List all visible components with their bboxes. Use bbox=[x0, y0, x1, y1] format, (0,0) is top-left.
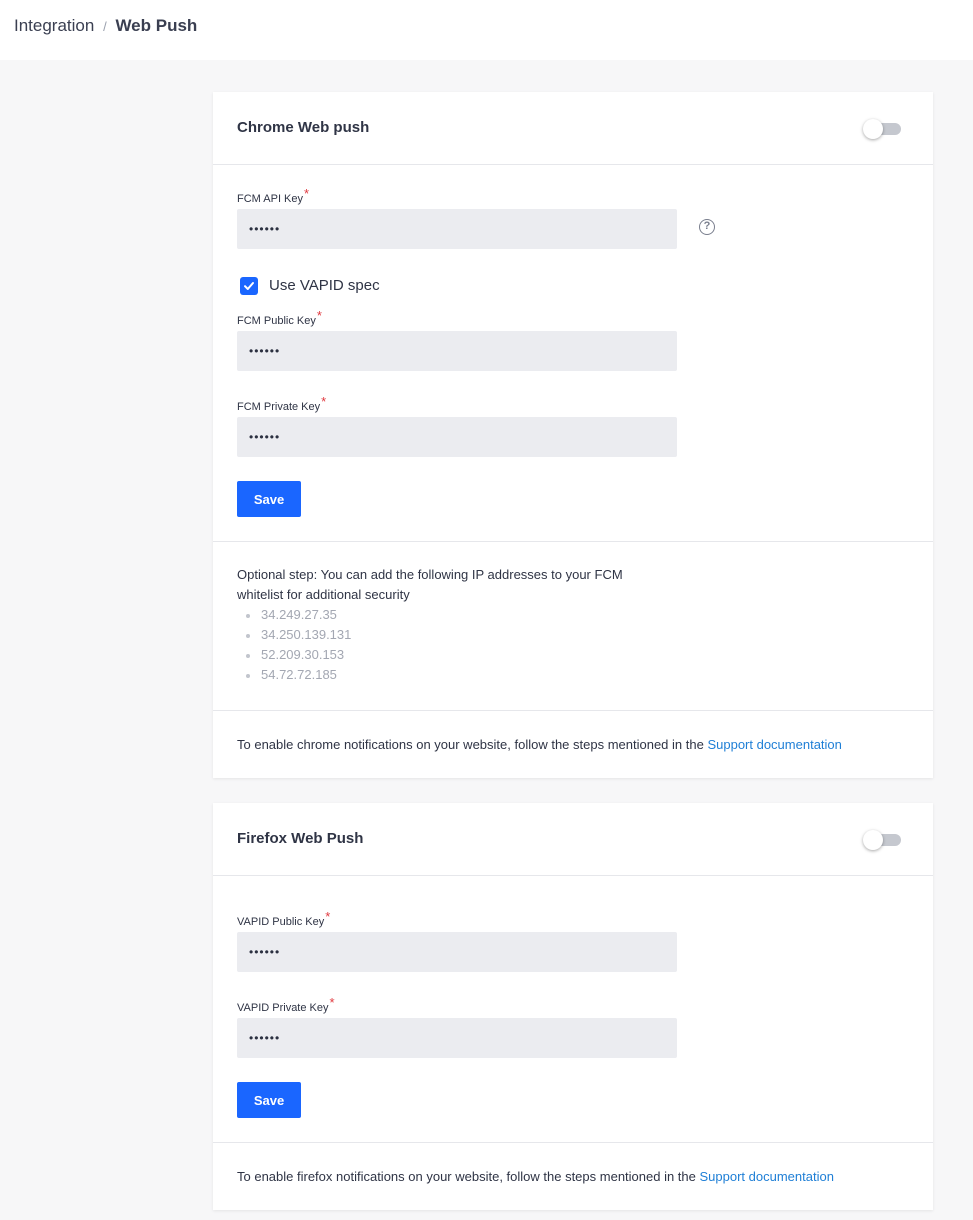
vapid-public-key-label: VAPID Public Key* bbox=[237, 909, 330, 928]
divider bbox=[213, 875, 933, 876]
vapid-public-key-field[interactable] bbox=[237, 932, 677, 972]
required-marker: * bbox=[316, 308, 322, 323]
fcm-public-key-field[interactable] bbox=[237, 331, 677, 371]
optional-step-text: Optional step: You can add the following… bbox=[237, 567, 623, 602]
label-text: VAPID Public Key bbox=[237, 916, 325, 928]
breadcrumb-parent[interactable]: Integration bbox=[14, 16, 94, 35]
footer-text: To enable chrome notifications on your w… bbox=[237, 737, 704, 752]
top-bar: Integration / Web Push bbox=[0, 0, 973, 60]
toggle-knob bbox=[863, 119, 883, 139]
footer-text: To enable firefox notifications on your … bbox=[237, 1169, 696, 1184]
list-item: 54.72.72.185 bbox=[237, 665, 351, 685]
card-title: Chrome Web push bbox=[237, 119, 370, 136]
vapid-private-key-label: VAPID Private Key* bbox=[237, 995, 335, 1014]
fcm-api-key-label: FCM API Key* bbox=[237, 186, 309, 205]
use-vapid-label[interactable]: Use VAPID spec bbox=[269, 277, 380, 295]
label-text: FCM Private Key bbox=[237, 401, 321, 413]
firefox-footer-note: To enable firefox notifications on your … bbox=[237, 1169, 834, 1184]
ip-address-list: 34.249.27.35 34.250.139.131 52.209.30.15… bbox=[237, 605, 351, 685]
breadcrumb-current: Web Push bbox=[115, 16, 198, 35]
card-title: Firefox Web Push bbox=[237, 830, 364, 847]
required-marker: * bbox=[304, 186, 310, 201]
vapid-private-key-field[interactable] bbox=[237, 1018, 677, 1058]
firefox-enable-toggle[interactable] bbox=[863, 829, 901, 850]
fcm-api-key-field[interactable] bbox=[237, 209, 677, 249]
chrome-web-push-card: Chrome Web push FCM API Key* ? Use VAPID… bbox=[213, 92, 933, 778]
breadcrumb-separator: / bbox=[103, 19, 107, 34]
divider bbox=[213, 164, 933, 165]
fcm-private-key-field[interactable] bbox=[237, 417, 677, 457]
list-item: 52.209.30.153 bbox=[237, 645, 351, 665]
help-icon[interactable]: ? bbox=[699, 219, 715, 235]
required-marker: * bbox=[325, 909, 331, 924]
chrome-footer-note: To enable chrome notifications on your w… bbox=[237, 737, 842, 752]
support-documentation-link[interactable]: Support documentation bbox=[700, 1169, 834, 1184]
chrome-enable-toggle[interactable] bbox=[863, 118, 901, 139]
label-text: FCM API Key bbox=[237, 193, 304, 205]
fcm-public-key-label: FCM Public Key* bbox=[237, 308, 322, 327]
firefox-web-push-card: Firefox Web Push VAPID Public Key* VAPID… bbox=[213, 803, 933, 1210]
breadcrumb: Integration / Web Push bbox=[14, 16, 197, 37]
divider bbox=[213, 1142, 933, 1143]
divider bbox=[213, 710, 933, 711]
firefox-save-button[interactable]: Save bbox=[237, 1082, 301, 1118]
fcm-private-key-label: FCM Private Key* bbox=[237, 394, 326, 413]
required-marker: * bbox=[321, 394, 327, 409]
checkmark-icon bbox=[244, 282, 254, 290]
list-item: 34.250.139.131 bbox=[237, 625, 351, 645]
required-marker: * bbox=[329, 995, 335, 1010]
label-text: VAPID Private Key bbox=[237, 1002, 329, 1014]
use-vapid-checkbox[interactable] bbox=[240, 277, 258, 295]
toggle-knob bbox=[863, 830, 883, 850]
chrome-save-button[interactable]: Save bbox=[237, 481, 301, 517]
divider bbox=[213, 541, 933, 542]
list-item: 34.249.27.35 bbox=[237, 605, 351, 625]
support-documentation-link[interactable]: Support documentation bbox=[707, 737, 841, 752]
label-text: FCM Public Key bbox=[237, 315, 316, 327]
